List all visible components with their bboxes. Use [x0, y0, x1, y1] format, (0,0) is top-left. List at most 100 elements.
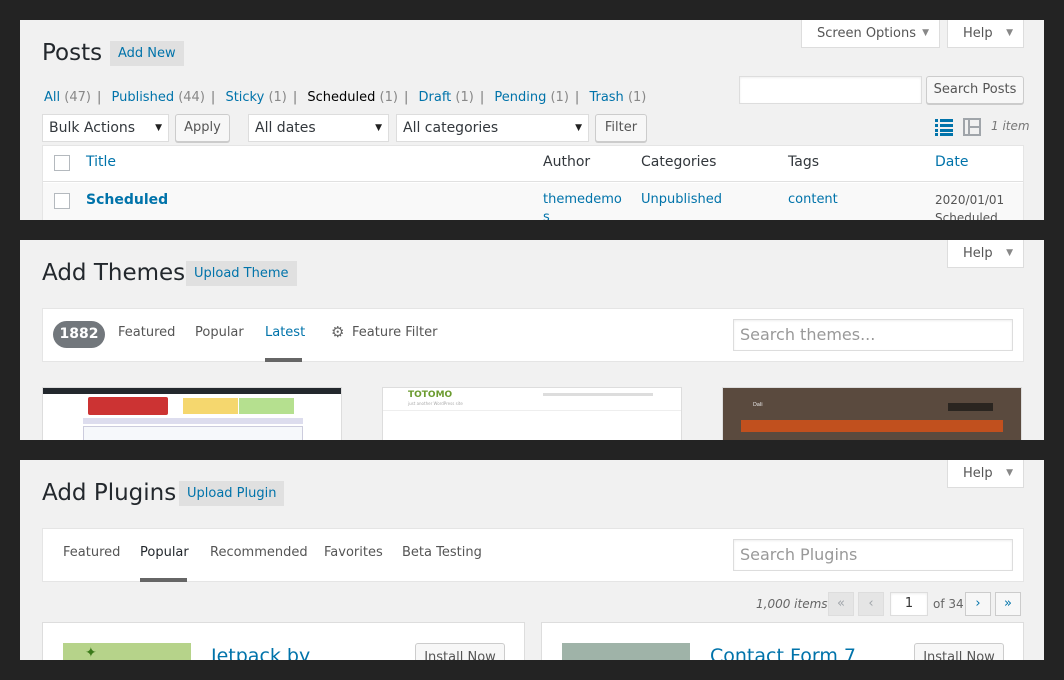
category-link[interactable]: Unpublished	[641, 191, 722, 209]
column-date[interactable]: Date	[935, 154, 968, 170]
last-page-button[interactable]: »	[995, 592, 1021, 616]
page-title: Add Plugins	[42, 480, 177, 506]
screen-options-button[interactable]: Screen Options ▼	[801, 20, 940, 48]
select-all-checkbox[interactable]	[54, 155, 70, 171]
plugin-card: Contact Form 7 Install Now	[541, 622, 1024, 660]
upload-plugin-button[interactable]: Upload Plugin	[179, 481, 285, 506]
theme-logo-preview	[88, 397, 168, 415]
posts-table: Title Author Categories Tags Date Schedu…	[42, 145, 1024, 220]
banner-preview	[183, 398, 238, 414]
view-draft[interactable]: Draft (1)	[419, 90, 474, 105]
tab-featured[interactable]: Featured	[63, 545, 120, 560]
page-title: Add Themes	[42, 260, 186, 286]
help-button[interactable]: Help ▼	[947, 460, 1024, 488]
plugin-icon: ✦	[63, 643, 191, 660]
tab-latest[interactable]: Latest	[265, 325, 305, 340]
tag-link[interactable]: content	[788, 191, 838, 209]
help-button[interactable]: Help ▼	[947, 20, 1024, 48]
theme-card[interactable]: Dali	[722, 387, 1022, 440]
view-sticky[interactable]: Sticky (1)	[225, 90, 286, 105]
post-status-views: All (47) | Published (44) | Sticky (1) | Sc…	[44, 90, 647, 105]
theme-search-input[interactable]: Search themes...	[733, 319, 1013, 351]
column-title[interactable]: Title	[86, 154, 116, 170]
post-search-input[interactable]	[739, 76, 922, 104]
feature-filter-button[interactable]: Feature Filter	[352, 325, 437, 340]
tab-popular[interactable]: Popular	[195, 325, 244, 340]
table-header: Title Author Categories Tags Date	[43, 146, 1023, 182]
view-scheduled[interactable]: Scheduled (1)	[307, 90, 398, 105]
category-filter-select[interactable]: All categories ▼	[396, 114, 589, 142]
view-trash[interactable]: Trash (1)	[589, 90, 646, 105]
help-button[interactable]: Help ▼	[947, 240, 1024, 268]
author-line-1: themedemo	[543, 192, 622, 207]
active-tab-indicator	[140, 578, 187, 582]
plugin-filter-bar: Featured Popular Recommended Favorites B…	[42, 528, 1024, 582]
theme-name-preview: Dali	[753, 402, 763, 408]
plugin-title-link[interactable]: Contact Form 7	[710, 645, 856, 660]
bulk-actions-value: Bulk Actions	[49, 120, 136, 136]
caret-down-icon: ▼	[375, 123, 382, 133]
date-filter-select[interactable]: All dates ▼	[248, 114, 389, 142]
install-now-button[interactable]: Install Now	[415, 643, 505, 660]
themes-panel: Help ▼ Add Themes Upload Theme 1882 Feat…	[20, 240, 1044, 440]
tab-recommended[interactable]: Recommended	[210, 545, 308, 560]
first-page-button[interactable]: «	[828, 592, 854, 616]
gear-icon: ⚙	[331, 323, 345, 341]
tab-beta-testing[interactable]: Beta Testing	[402, 545, 482, 560]
plugin-search-input[interactable]: Search Plugins	[733, 539, 1013, 571]
tab-featured[interactable]: Featured	[118, 325, 175, 340]
page-title: Posts	[42, 40, 103, 66]
theme-card[interactable]: TOTOMO just another WordPress site	[382, 387, 682, 440]
view-pending[interactable]: Pending (1)	[494, 90, 569, 105]
filter-button[interactable]: Filter	[595, 114, 647, 142]
author-line-2: s	[543, 210, 550, 220]
admin-bar-preview	[43, 388, 341, 394]
tab-popular[interactable]: Popular	[140, 545, 189, 560]
date-value: 2020/01/01	[935, 193, 1005, 207]
search-preview	[948, 403, 993, 411]
posts-panel: Screen Options ▼ Help ▼ Posts Add New Al…	[20, 20, 1044, 220]
apply-button[interactable]: Apply	[175, 114, 230, 142]
add-new-button[interactable]: Add New	[110, 41, 184, 66]
theme-count-badge: 1882	[53, 321, 105, 348]
item-count: 1 item	[991, 119, 1030, 133]
theme-card[interactable]	[42, 387, 342, 440]
row-checkbox[interactable]	[54, 193, 70, 209]
author-link[interactable]: themedemo s	[543, 191, 622, 220]
chevron-down-icon: ▼	[1006, 468, 1013, 478]
chevron-down-icon: ▼	[1006, 248, 1013, 258]
help-label: Help	[963, 246, 993, 261]
view-published[interactable]: Published (44)	[111, 90, 204, 105]
plugins-panel: Help ▼ Add Plugins Upload Plugin Feature…	[20, 460, 1044, 660]
banner-preview	[239, 398, 294, 414]
chevron-down-icon: ▼	[922, 28, 929, 38]
bulk-actions-select[interactable]: Bulk Actions ▼	[42, 114, 169, 142]
upload-theme-button[interactable]: Upload Theme	[186, 261, 297, 286]
next-page-button[interactable]: ›	[965, 592, 991, 616]
current-page-input[interactable]: 1	[890, 592, 928, 616]
view-all[interactable]: All (47)	[44, 90, 91, 105]
install-now-button[interactable]: Install Now	[914, 643, 1004, 660]
help-label: Help	[963, 466, 993, 481]
caret-down-icon: ▼	[155, 123, 162, 133]
post-date: 2020/01/01 Scheduled	[935, 191, 1004, 220]
theme-tagline-preview: just another WordPress site	[408, 401, 463, 406]
caret-down-icon: ▼	[575, 123, 582, 133]
nav-preview	[83, 418, 303, 424]
post-title-link[interactable]: Scheduled	[86, 191, 168, 209]
tab-favorites[interactable]: Favorites	[324, 545, 383, 560]
search-posts-button[interactable]: Search Posts	[926, 76, 1024, 104]
date-filter-value: All dates	[255, 120, 316, 136]
active-tab-indicator	[265, 358, 302, 362]
date-status: Scheduled	[935, 211, 998, 220]
prev-page-button[interactable]: ‹	[858, 592, 884, 616]
screen-options-label: Screen Options	[817, 26, 916, 41]
plugin-card: ✦ Jetpack by Install Now	[42, 622, 525, 660]
total-pages: of 34	[933, 597, 964, 611]
theme-name-preview: TOTOMO	[408, 390, 453, 400]
category-filter-value: All categories	[403, 120, 499, 136]
list-view-icon[interactable]	[935, 118, 953, 136]
excerpt-view-icon[interactable]	[963, 118, 981, 136]
leaf-icon: ✦	[85, 645, 97, 660]
plugin-title-link[interactable]: Jetpack by	[211, 645, 310, 660]
